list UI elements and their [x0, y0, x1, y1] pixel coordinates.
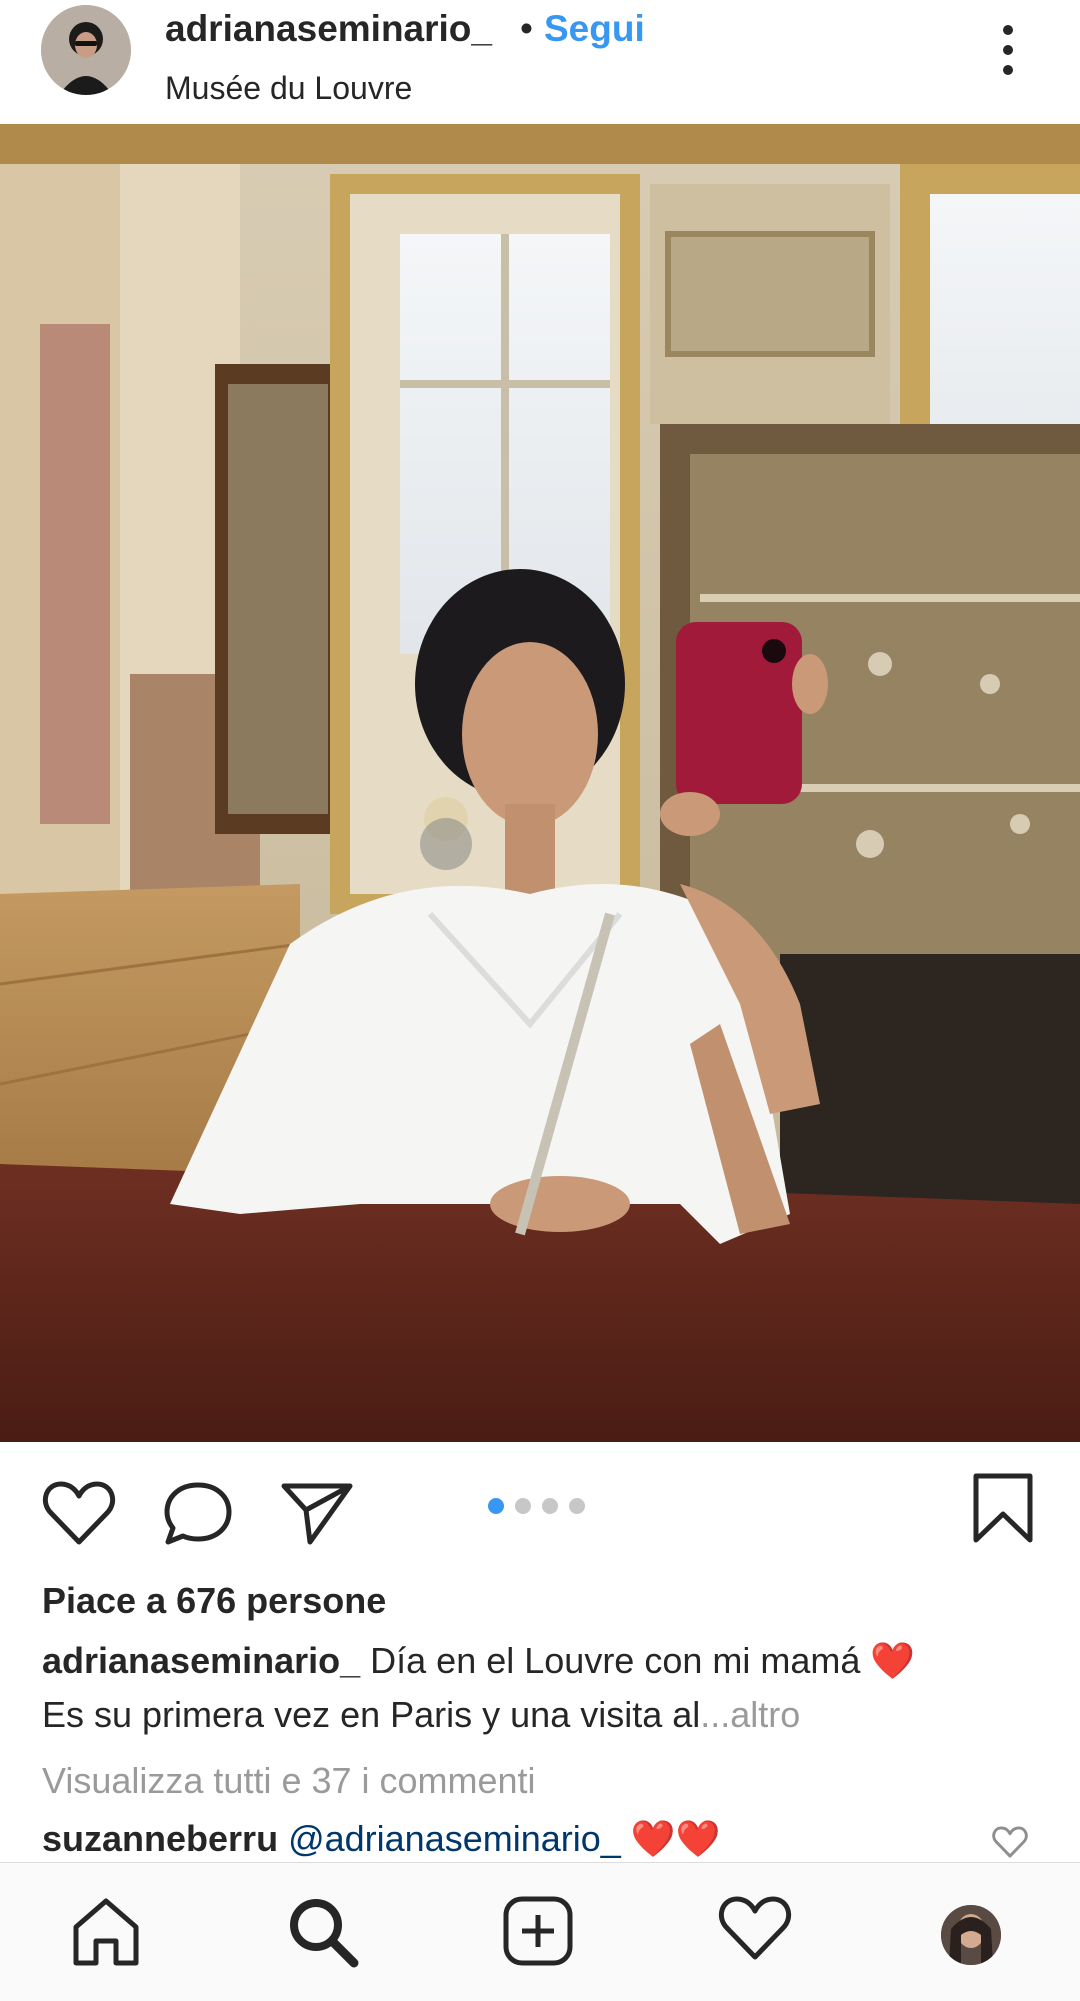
separator-dot: •	[520, 8, 533, 49]
view-all-comments-link[interactable]: Visualizza tutti e 37 i commenti	[42, 1760, 536, 1802]
comment-bubble-icon[interactable]	[162, 1480, 234, 1553]
post-photo[interactable]	[0, 124, 1080, 1442]
comment-username[interactable]: suzanneberru	[42, 1818, 278, 1859]
caption-line-1: adrianaseminario_ Día en el Louvre con m…	[42, 1640, 915, 1682]
profile-avatar[interactable]	[941, 1905, 1001, 1965]
activity-heart-icon[interactable]	[718, 1895, 792, 1966]
comment-row: suzanneberru @adrianaseminario_ ❤️❤️	[42, 1818, 720, 1860]
caption-text-continued: Es su primera vez en Paris y una visita …	[42, 1694, 701, 1735]
post-actions	[0, 1442, 1080, 1582]
heart-icon[interactable]	[42, 1480, 116, 1551]
author-username[interactable]: adrianaseminario_	[165, 8, 492, 50]
likes-count[interactable]: Piace a 676 persone	[42, 1580, 386, 1622]
caption-line-2: Es su primera vez en Paris y una visita …	[42, 1694, 800, 1736]
more-vertical-icon[interactable]	[988, 24, 1028, 76]
bookmark-icon[interactable]	[970, 1472, 1036, 1549]
add-post-icon[interactable]	[502, 1895, 574, 1972]
comment-text: ❤️❤️	[620, 1818, 721, 1859]
bottom-navigation	[0, 1862, 1080, 2001]
post-header: adrianaseminario_ • Segui Musée du Louvr…	[0, 0, 1080, 124]
carousel-dot	[569, 1498, 585, 1514]
carousel-dot	[515, 1498, 531, 1514]
follow-button[interactable]: Segui	[544, 8, 645, 50]
post-location[interactable]: Musée du Louvre	[165, 70, 412, 107]
caption-more-link[interactable]: ...altro	[700, 1694, 800, 1735]
small-heart-icon[interactable]	[992, 1826, 1028, 1863]
search-icon[interactable]	[286, 1895, 360, 1974]
carousel-dot-active	[488, 1498, 504, 1514]
caption-text: Día en el Louvre con mi mamá ❤️	[360, 1640, 916, 1681]
caption-username[interactable]: adrianaseminario_	[42, 1640, 360, 1681]
carousel-dot	[542, 1498, 558, 1514]
paper-plane-icon[interactable]	[280, 1480, 354, 1551]
author-avatar[interactable]	[41, 5, 131, 95]
comment-mention[interactable]: @adrianaseminario_	[288, 1818, 621, 1859]
home-icon[interactable]	[70, 1895, 142, 1972]
